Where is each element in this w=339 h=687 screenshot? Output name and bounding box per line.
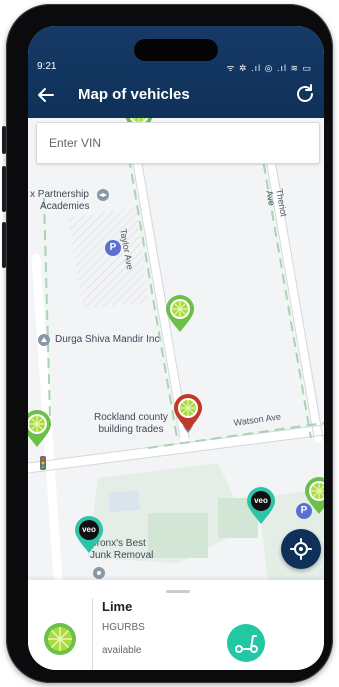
vehicle-code: HGURBS (102, 622, 145, 633)
status-indicators: ᯤ ✲ .ıl ◎ .ıl ≋ ▭ (226, 63, 312, 73)
parking-icon: P (105, 240, 121, 256)
place-label: Academies (40, 201, 90, 212)
app-screen: 9:21 ᯤ ✲ .ıl ◎ .ıl ≋ ▭ Map of vehicles x… (28, 26, 324, 670)
traffic-light-icon (40, 456, 46, 470)
place-label: Rockland county (94, 412, 168, 423)
vehicle-marker-veo[interactable]: veo (74, 516, 104, 554)
school-icon (97, 189, 109, 201)
dynamic-island (134, 39, 218, 61)
page-title: Map of vehicles (78, 86, 190, 103)
vehicle-marker-lime-selected[interactable] (173, 394, 203, 432)
place-label: Durga Shiva Mandir Inc (55, 334, 160, 345)
lime-logo-icon (43, 622, 77, 656)
veo-logo-text: veo (82, 525, 96, 534)
vehicle-type-badge (227, 624, 265, 662)
vehicle-status: available (102, 645, 142, 656)
vehicle-marker-lime[interactable] (28, 410, 52, 448)
temple-icon (38, 334, 50, 346)
app-header: 9:21 ᯤ ✲ .ıl ◎ .ıl ≋ ▭ Map of vehicles (28, 26, 324, 118)
card-divider (92, 598, 93, 670)
phone-frame: 9:21 ᯤ ✲ .ıl ◎ .ıl ≋ ▭ Map of vehicles x… (2, 4, 333, 683)
sheet-drag-handle[interactable] (166, 590, 190, 593)
map-background (28, 143, 324, 580)
vehicle-marker-veo[interactable]: veo (246, 487, 276, 525)
vehicle-marker-lime[interactable] (304, 477, 324, 515)
phone-side-button (2, 166, 6, 212)
phone-side-button (2, 222, 6, 268)
vehicle-bottom-sheet[interactable]: Lime HGURBS available (28, 580, 324, 670)
phone-side-button (2, 126, 6, 154)
vehicle-provider-name: Lime (102, 599, 133, 614)
status-time: 9:21 (37, 61, 57, 72)
my-location-button[interactable] (281, 529, 321, 569)
place-label: x Partnership (30, 189, 89, 200)
back-arrow-icon (38, 88, 54, 102)
my-location-icon (290, 538, 312, 560)
vehicle-map[interactable]: x Partnership Academies P Durga Shiva Ma… (28, 118, 324, 580)
veo-logo-text: veo (254, 496, 268, 505)
vin-search-input[interactable] (37, 123, 319, 163)
vehicle-marker-lime[interactable] (165, 295, 195, 333)
refresh-button[interactable] (294, 83, 316, 105)
back-button[interactable] (36, 85, 56, 105)
place-pin-icon (93, 567, 105, 579)
vin-search-box (36, 122, 320, 164)
scooter-icon (235, 635, 258, 653)
refresh-icon (297, 84, 313, 102)
place-label: building trades (98, 424, 164, 435)
